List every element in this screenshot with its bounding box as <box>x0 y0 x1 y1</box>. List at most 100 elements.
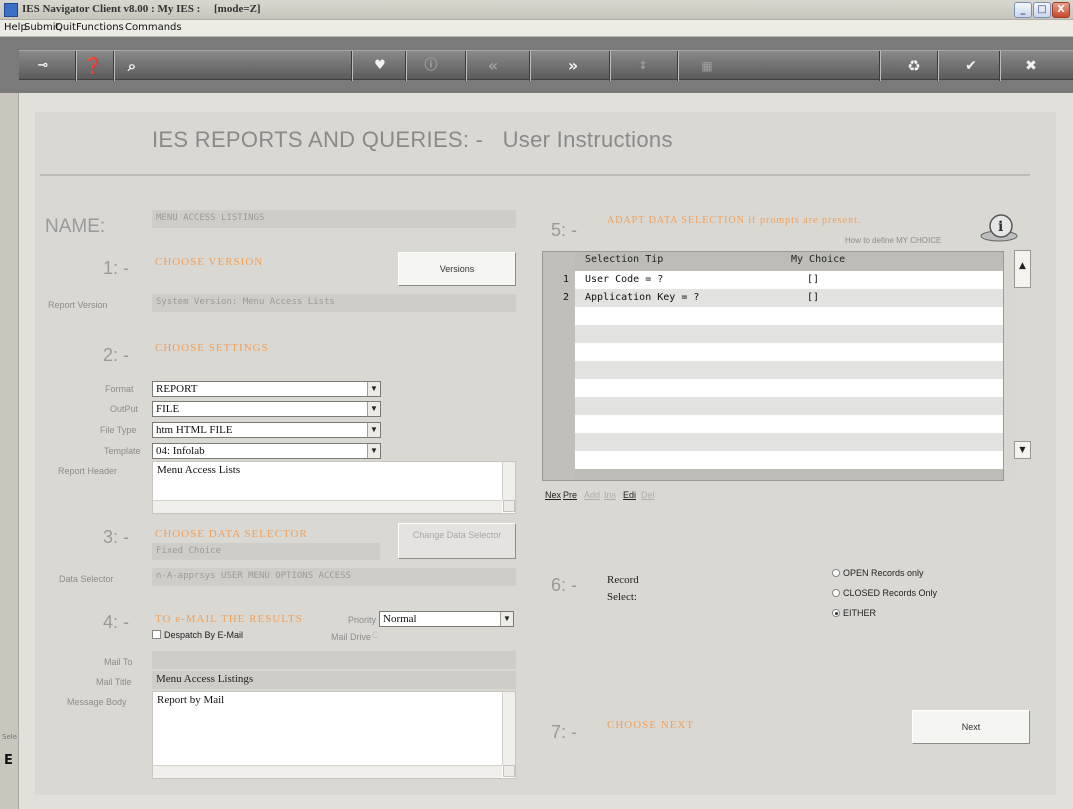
heart-icon[interactable]: ♥ <box>368 54 392 78</box>
cell-choice[interactable]: [] <box>807 274 819 285</box>
column-header-tip: Selection Tip <box>585 254 664 265</box>
scrollbar-vertical[interactable] <box>502 692 515 765</box>
radio-dot[interactable] <box>832 569 840 577</box>
prev-row-link[interactable]: Pre <box>563 490 577 502</box>
selection-grid[interactable]: Selection Tip My Choice 1 2 User Code = … <box>542 251 1004 481</box>
maximize-button[interactable]: □ <box>1033 2 1051 18</box>
row-number: 2 <box>563 292 570 303</box>
step4-number: 4: - <box>103 612 130 632</box>
scroll-up-button[interactable]: ▲ <box>1014 250 1031 288</box>
radio-open-records[interactable]: OPEN Records only <box>832 568 924 578</box>
priority-value: Normal <box>383 613 417 625</box>
cancel-icon[interactable]: ✖ <box>1019 54 1043 78</box>
cell-tip: Application Key = ? <box>585 292 700 303</box>
window-title: IES Navigator Client v8.00 : My IES : [m… <box>22 3 261 15</box>
step2-title: CHOOSE SETTINGS <box>155 342 269 354</box>
step3-title: CHOOSE DATA SELECTOR <box>155 528 308 540</box>
output-label: OutPut <box>110 404 139 414</box>
change-data-selector-button[interactable]: Change Data Selector <box>398 523 516 559</box>
radio-either[interactable]: EITHER <box>832 608 876 618</box>
rewind-icon[interactable]: « <box>481 54 505 78</box>
output-value: FILE <box>156 403 180 415</box>
forward-icon[interactable]: » <box>561 54 585 78</box>
step2-number: 2: - <box>103 345 130 365</box>
step5-number: 5: - <box>551 220 578 240</box>
radio-closed-records[interactable]: CLOSED Records Only <box>832 588 937 598</box>
report-version-label: Report Version <box>48 300 108 310</box>
table-row[interactable] <box>575 433 1003 451</box>
radio-dot[interactable] <box>832 589 840 597</box>
format-select[interactable]: REPORT ▼ <box>152 381 381 397</box>
insert-row-link[interactable]: Ins <box>604 490 616 502</box>
table-row[interactable] <box>575 343 1003 361</box>
table-row[interactable] <box>575 451 1003 469</box>
grid-icon[interactable]: ▦ <box>695 54 719 78</box>
howto-link[interactable]: How to define MY CHOICE <box>845 236 941 245</box>
scrollbar-horizontal[interactable] <box>153 500 502 513</box>
versions-button[interactable]: Versions <box>398 252 516 286</box>
priority-select[interactable]: Normal ▼ <box>379 611 514 627</box>
chevron-down-icon[interactable]: ▼ <box>500 612 513 626</box>
data-selector-mode: Fixed Choice <box>152 543 380 560</box>
cell-choice[interactable]: [] <box>807 292 819 303</box>
table-row[interactable] <box>575 379 1003 397</box>
table-row[interactable] <box>575 307 1003 325</box>
data-selector-field: n-A-apprsys USER MENU OPTIONS ACCESS <box>152 568 516 586</box>
close-button[interactable]: X <box>1052 2 1070 18</box>
refresh-icon[interactable]: ♻ <box>902 54 926 78</box>
menu-bar: Help Submit Quit Functions Commands <box>0 20 1073 37</box>
chevron-down-icon[interactable]: ▼ <box>367 402 380 416</box>
chevron-down-icon[interactable]: ▼ <box>367 423 380 437</box>
output-select[interactable]: FILE ▼ <box>152 401 381 417</box>
checkbox-box[interactable] <box>152 630 161 639</box>
mail-to-field[interactable] <box>152 651 516 669</box>
gutter-tag: Sele <box>2 733 18 741</box>
record-select-label: Record Select: <box>607 574 639 603</box>
next-row-link[interactable]: Nex <box>545 490 561 502</box>
table-row[interactable] <box>575 397 1003 415</box>
data-selector-label: Data Selector <box>59 574 114 584</box>
delete-row-link[interactable]: Del <box>641 490 655 502</box>
info-icon[interactable]: ⓘ <box>419 54 443 78</box>
chevron-down-icon[interactable]: ▼ <box>367 382 380 396</box>
template-select[interactable]: 04: Infolab ▼ <box>152 443 381 459</box>
key-icon[interactable]: ⊸ <box>31 54 55 78</box>
report-header-value: Menu Access Lists <box>157 464 241 476</box>
table-row[interactable]: User Code = ? [] <box>575 271 1003 289</box>
list-icon[interactable]: ↕ <box>631 54 655 78</box>
scrollbar-vertical[interactable] <box>502 462 515 500</box>
scrollbar-horizontal[interactable] <box>153 765 502 778</box>
table-row[interactable] <box>575 361 1003 379</box>
resize-grip <box>503 500 515 512</box>
filetype-select[interactable]: htm HTML FILE ▼ <box>152 422 381 438</box>
mail-title-label: Mail Title <box>96 677 132 687</box>
menu-commands[interactable]: Commands <box>125 22 182 33</box>
filetype-value: htm HTML FILE <box>156 424 233 436</box>
filetype-label: File Type <box>100 425 137 435</box>
radio-dot-selected[interactable] <box>832 609 840 617</box>
menu-functions[interactable]: Functions <box>76 22 124 33</box>
search-icon[interactable]: ⌕ <box>120 54 144 78</box>
table-row[interactable] <box>575 325 1003 343</box>
table-row[interactable]: Application Key = ? [] <box>575 289 1003 307</box>
despatch-checkbox[interactable]: Despatch By E-Mail <box>152 630 243 640</box>
info-icon[interactable]: i <box>978 213 1020 243</box>
table-row[interactable] <box>575 415 1003 433</box>
minimize-button[interactable]: _ <box>1014 2 1032 18</box>
row-header-column <box>543 252 575 480</box>
name-label: NAME: <box>45 216 106 237</box>
gutter-tag-e: E <box>4 753 13 768</box>
help-icon[interactable]: ❓ <box>81 54 105 78</box>
chevron-down-icon[interactable]: ▼ <box>367 444 380 458</box>
check-icon[interactable]: ✔ <box>959 54 983 78</box>
add-row-link[interactable]: Add <box>584 490 600 502</box>
format-value: REPORT <box>156 383 198 395</box>
scroll-down-button[interactable]: ▼ <box>1014 441 1031 459</box>
page-title: IES REPORTS AND QUERIES: - User Instruct… <box>152 127 673 152</box>
radio-label: OPEN Records only <box>843 568 924 578</box>
step5-title: ADAPT DATA SELECTION if prompts are pres… <box>607 215 862 226</box>
edit-row-link[interactable]: Edi <box>623 490 636 502</box>
menu-quit[interactable]: Quit <box>55 22 76 33</box>
next-button[interactable]: Next <box>912 710 1030 744</box>
mail-title-field[interactable]: Menu Access Listings <box>152 671 516 689</box>
